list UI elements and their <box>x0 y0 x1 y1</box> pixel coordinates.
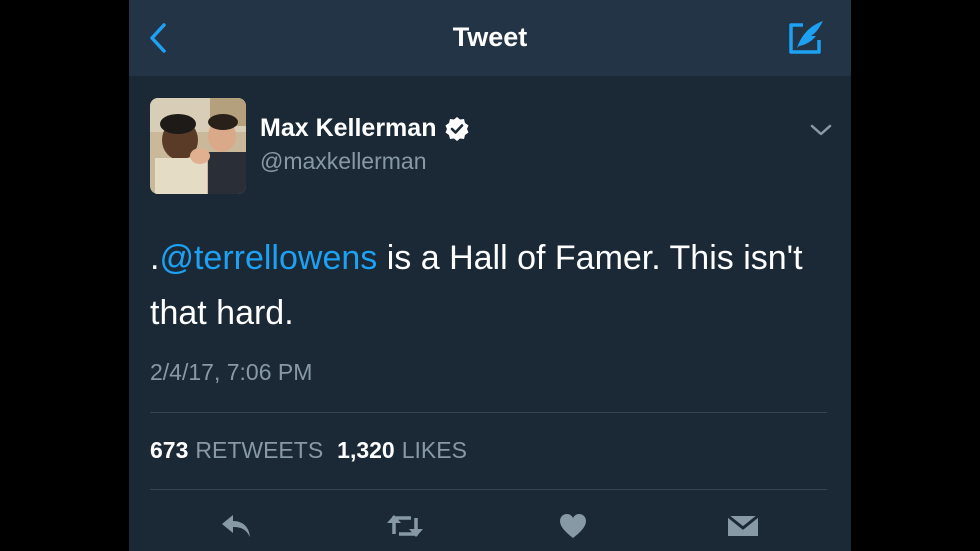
reply-icon <box>222 515 250 537</box>
divider <box>150 489 827 490</box>
retweet-icon <box>387 515 423 537</box>
retweets-count[interactable]: 673 <box>150 437 188 464</box>
retweet-button[interactable] <box>385 508 425 544</box>
tweet-text: .@terrellowens is a Hall of Famer. This … <box>150 231 840 341</box>
page-title: Tweet <box>452 22 528 52</box>
heart-icon <box>560 514 586 538</box>
mention-link[interactable]: @terrellowens <box>159 239 377 277</box>
navigation-bar: Tweet <box>129 0 851 76</box>
verified-badge-icon <box>445 116 469 141</box>
avatar-photo <box>150 98 246 194</box>
author-handle[interactable]: @maxkellerman <box>260 148 427 175</box>
direct-message-icon <box>727 514 759 536</box>
author-name-row[interactable]: Max Kellerman <box>260 114 470 143</box>
avatar[interactable] <box>150 98 246 194</box>
author-display-name: Max Kellerman <box>260 114 437 142</box>
direct-message-button[interactable] <box>723 508 763 544</box>
compose-tweet-icon <box>789 21 823 54</box>
reply-button[interactable] <box>216 508 256 544</box>
divider <box>150 412 827 413</box>
tweet-timestamp: 2/4/17, 7:06 PM <box>150 359 313 385</box>
compose-tweet-button[interactable] <box>787 18 827 56</box>
tweet-stats: 673 RETWEETS 1,320 LIKES <box>150 437 467 464</box>
tweet-menu-button[interactable] <box>809 120 833 140</box>
like-button[interactable] <box>553 508 593 544</box>
retweets-label[interactable]: RETWEETS <box>195 437 323 464</box>
likes-count[interactable]: 1,320 <box>337 437 395 464</box>
chevron-down-icon <box>810 124 832 136</box>
likes-label[interactable]: LIKES <box>402 437 467 464</box>
tweet-detail-screen: Tweet Max Kellerman @maxkellerman .@terr… <box>129 0 851 551</box>
